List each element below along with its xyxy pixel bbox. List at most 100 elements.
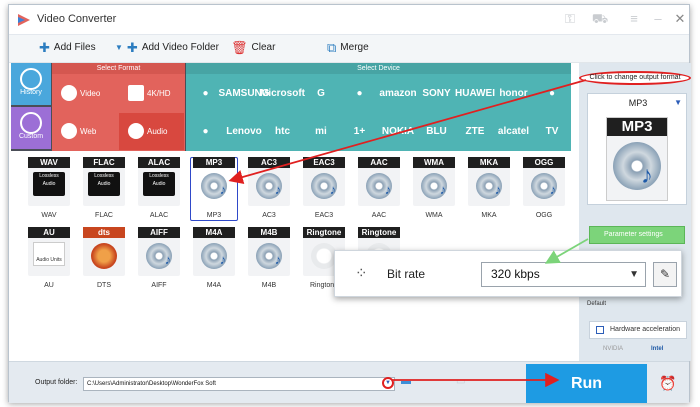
bit-rate-select[interactable]: 320 kbps ▼ bbox=[481, 262, 646, 287]
music-note-icon: ♪ bbox=[164, 252, 172, 267]
bit-rate-label: Bit rate bbox=[387, 267, 426, 281]
settings-dots-icon: ⁘ bbox=[355, 265, 368, 282]
history-icon bbox=[20, 68, 42, 90]
device-microsoft[interactable]: Microsoft bbox=[260, 75, 305, 112]
run-button[interactable]: Run bbox=[526, 364, 647, 403]
format-tile-mka[interactable]: MKA ♪ MKA bbox=[465, 157, 513, 221]
merge-icon: ⧉ bbox=[327, 39, 337, 55]
side-buttons: History Custom bbox=[11, 63, 51, 151]
device-blu[interactable]: BLU bbox=[418, 113, 455, 150]
device-samsung[interactable]: SAMSUNG bbox=[218, 75, 269, 112]
format-label: WMA bbox=[425, 212, 443, 219]
menu-icon[interactable]: ≡ bbox=[625, 10, 643, 28]
format-tile-m4b[interactable]: M4B ♪ M4B bbox=[245, 227, 293, 291]
format-title: M4B bbox=[248, 227, 290, 238]
music-note-icon: ♪ bbox=[219, 182, 227, 197]
merge-button[interactable]: ⧉ Merge bbox=[327, 39, 369, 55]
minimize-icon[interactable]: – bbox=[649, 10, 667, 28]
format-title: AC3 bbox=[248, 157, 290, 168]
custom-button[interactable]: Custom bbox=[11, 107, 51, 149]
output-folder-dropdown[interactable]: ▼ bbox=[382, 377, 394, 389]
device-amazon[interactable]: amazon bbox=[379, 75, 416, 112]
format-title: WAV bbox=[28, 157, 70, 168]
format-tile-mp3[interactable]: MP3 ♪ MP3 bbox=[190, 157, 238, 221]
google-icon[interactable]: G bbox=[303, 75, 340, 112]
alarm-clock-icon[interactable]: ⏰ bbox=[659, 374, 677, 392]
device-huawei[interactable]: HUAWEI bbox=[455, 75, 495, 112]
format-area: Select Format Video 4K/HD Web Audio bbox=[52, 63, 185, 151]
device-alcatel[interactable]: alcatel bbox=[495, 113, 532, 150]
format-tile-m4a[interactable]: M4A ♪ M4A bbox=[190, 227, 238, 291]
format-tile-flac[interactable]: FLAC Lossless Audio FLAC bbox=[80, 157, 128, 221]
music-note-icon: ♪ bbox=[439, 182, 447, 197]
lg-icon[interactable]: ● bbox=[341, 75, 378, 112]
music-note-icon: ♪ bbox=[641, 162, 653, 189]
cart-icon[interactable]: ⛟ bbox=[591, 10, 609, 28]
format-tile-eac3[interactable]: EAC3 ♪ EAC3 bbox=[300, 157, 348, 221]
bit-rate-value: 320 kbps bbox=[491, 267, 540, 281]
output-format-box[interactable]: MP3 ▼ MP3 ♪ bbox=[587, 93, 687, 205]
device-zte[interactable]: ZTE bbox=[457, 113, 494, 150]
plus-icon: ✚ bbox=[126, 39, 138, 55]
web-icon bbox=[61, 123, 77, 139]
add-files-button[interactable]: ✚ Add Files bbox=[39, 41, 96, 54]
lossless-audio-icon: Lossless Audio bbox=[33, 172, 65, 196]
format-tile-au[interactable]: AU Audio Units AU bbox=[25, 227, 73, 291]
format-tile-alac[interactable]: ALAC Lossless Audio ALAC bbox=[135, 157, 183, 221]
hardware-acceleration-label: Hardware acceleration bbox=[610, 326, 681, 333]
asus-icon[interactable]: ● bbox=[534, 75, 571, 112]
format-label: AAC bbox=[371, 212, 387, 219]
oneplus-icon[interactable]: 1+ bbox=[341, 113, 378, 150]
hardware-acceleration-option[interactable]: Hardware acceleration bbox=[589, 321, 687, 339]
add-video-folder-button[interactable]: ▼ ✚ Add Video Folder bbox=[115, 39, 219, 55]
category-bar: History Custom Select Format Video 4K/HD… bbox=[11, 63, 571, 151]
clear-button[interactable]: 🗑 Clear bbox=[231, 41, 276, 54]
clear-label: Clear bbox=[251, 42, 276, 53]
tv-icon[interactable]: TV bbox=[534, 113, 571, 150]
output-folder-label: Output folder: bbox=[35, 379, 78, 386]
hardware-acceleration-checkbox[interactable] bbox=[596, 326, 604, 334]
dropdown-arrow-icon: ▼ bbox=[115, 42, 123, 52]
format-tile-ac3[interactable]: AC3 ♪ AC3 bbox=[245, 157, 293, 221]
key-icon[interactable]: ⚿ bbox=[561, 10, 579, 28]
parameter-settings-button[interactable]: Parameter settings bbox=[589, 226, 685, 244]
history-button[interactable]: History bbox=[11, 63, 51, 105]
device-lenovo[interactable]: Lenovo bbox=[226, 113, 263, 150]
format-tile-ogg[interactable]: OGG ♪ OGG bbox=[520, 157, 568, 221]
format-title: FLAC bbox=[83, 157, 125, 168]
device-nokia[interactable]: NOKIA bbox=[380, 113, 417, 150]
device-sony[interactable]: SONY bbox=[418, 75, 455, 112]
disc-icon bbox=[613, 142, 661, 190]
format-title: MKA bbox=[468, 157, 510, 168]
folder-icon[interactable]: ▬ bbox=[401, 376, 415, 388]
device-htc[interactable]: htc bbox=[264, 113, 301, 150]
format-tile-dts[interactable]: dts DTS bbox=[80, 227, 128, 291]
web-label: Web bbox=[80, 127, 97, 136]
format-tile-aiff[interactable]: AIFF ♪ AIFF bbox=[135, 227, 183, 291]
format-title: WMA bbox=[413, 157, 455, 168]
4k-hd-format-button[interactable]: 4K/HD bbox=[119, 75, 184, 112]
format-tile-aac[interactable]: AAC ♪ AAC bbox=[355, 157, 403, 221]
video-format-button[interactable]: Video bbox=[52, 75, 117, 112]
output-folder-path[interactable]: C:\Users\Administrator\Desktop\WonderFox… bbox=[83, 377, 395, 391]
format-tile-wav[interactable]: WAV Lossless Audio WAV bbox=[25, 157, 73, 221]
web-format-button[interactable]: Web bbox=[52, 113, 117, 150]
edit-pencil-button[interactable]: ✎ bbox=[653, 262, 677, 287]
open-folder-icon[interactable]: ▭ bbox=[456, 376, 470, 388]
audio-format-button[interactable]: Audio bbox=[119, 113, 184, 150]
video-label: Video bbox=[80, 89, 101, 98]
gpu-vendors: NVIDIA Intel bbox=[589, 343, 687, 357]
motorola-icon[interactable]: ● bbox=[187, 113, 224, 150]
music-note-icon: ♪ bbox=[549, 182, 557, 197]
intel-logo: Intel bbox=[651, 346, 664, 352]
format-label: DTS bbox=[97, 282, 111, 289]
chevron-down-icon[interactable]: ▼ bbox=[629, 263, 639, 286]
right-panel: Click to change output format MP3 ▼ MP3 … bbox=[579, 63, 691, 361]
device-mi[interactable]: mi bbox=[303, 113, 340, 150]
format-label: AU bbox=[44, 282, 54, 289]
device-honor[interactable]: honor bbox=[495, 75, 532, 112]
dropdown-arrow-icon[interactable]: ▼ bbox=[674, 98, 682, 107]
format-tile-wma[interactable]: WMA ♪ WMA bbox=[410, 157, 458, 221]
close-icon[interactable]: ✕ bbox=[671, 10, 689, 28]
output-format-callout: Click to change output format bbox=[579, 71, 691, 85]
